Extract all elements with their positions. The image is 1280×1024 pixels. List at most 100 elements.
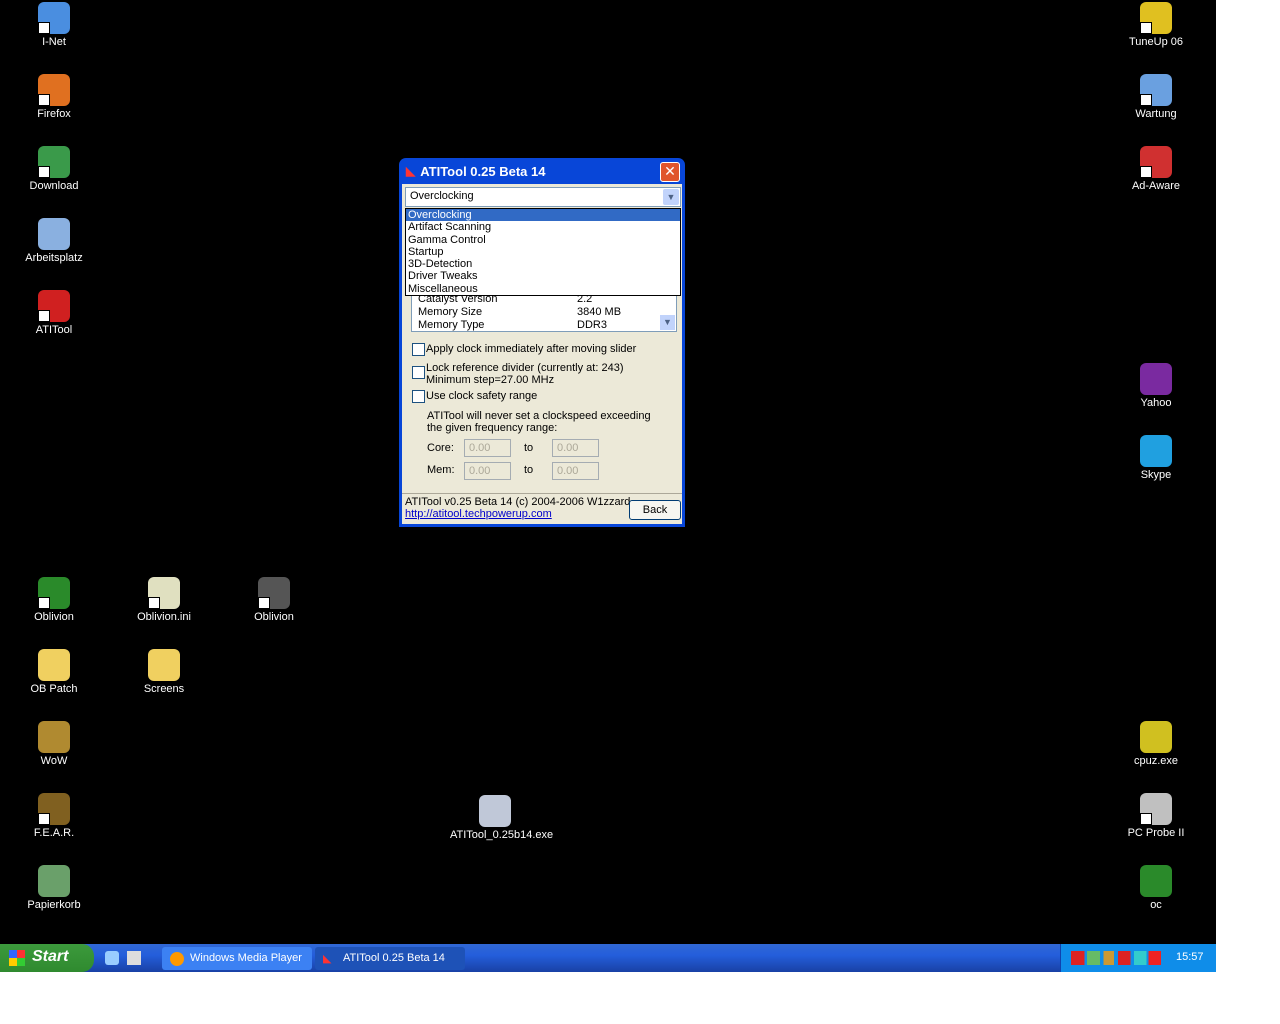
option-startup[interactable]: Startup <box>406 246 680 258</box>
tray-icons[interactable] <box>1071 951 1161 965</box>
task-label: Windows Media Player <box>190 952 302 964</box>
safety-description: ATITool will never set a clockspeed exce… <box>427 410 651 422</box>
apply-clock-checkbox[interactable] <box>412 343 425 356</box>
icon-label: ATITool <box>35 324 73 336</box>
page-combobox[interactable]: Overclocking ▼ <box>405 187 681 207</box>
safety-range-label: Use clock safety range <box>426 390 538 402</box>
desktop-icon[interactable]: Oblivion <box>9 577 99 623</box>
desktop-icon[interactable]: WoW <box>9 721 99 767</box>
safety-description-2: the given frequency range: <box>427 422 558 434</box>
shortcut-icon <box>38 146 70 178</box>
show-desktop-icon[interactable] <box>127 951 141 965</box>
desktop-icon[interactable]: Oblivion <box>229 577 319 623</box>
icon-label: Wartung <box>1135 108 1177 120</box>
desktop-icon[interactable]: Download <box>9 146 99 192</box>
icon-label: Download <box>29 180 79 192</box>
combo-value: Overclocking <box>410 190 474 202</box>
shortcut-icon <box>38 577 70 609</box>
option-overclocking[interactable]: Overclocking <box>406 209 680 222</box>
desktop-icon[interactable]: Papierkorb <box>9 865 99 911</box>
desktop-icon[interactable]: Yahoo <box>1111 363 1201 409</box>
shortcut-icon <box>1140 793 1172 825</box>
option-driver-tweaks[interactable]: Driver Tweaks <box>406 270 680 282</box>
desktop-icon[interactable]: Arbeitsplatz <box>9 218 99 264</box>
icon-label: oc <box>1150 899 1162 911</box>
apply-clock-label: Apply clock immediately after moving sli… <box>426 343 637 355</box>
shortcut-icon <box>38 865 70 897</box>
core-max-input[interactable]: 0.00 <box>552 439 599 457</box>
shortcut-icon <box>1140 74 1172 106</box>
desktop-icon[interactable]: cpuz.exe <box>1111 721 1201 767</box>
start-button[interactable]: Start <box>0 944 94 972</box>
icon-label: Oblivion <box>254 611 294 623</box>
desktop-icon[interactable]: ATITool <box>9 290 99 336</box>
option-3d-detection[interactable]: 3D-Detection <box>406 258 680 270</box>
copyright-text: ATITool v0.25 Beta 14 (c) 2004-2006 W1zz… <box>405 496 631 508</box>
shortcut-icon <box>1140 721 1172 753</box>
task-atitool[interactable]: ◣ ATITool 0.25 Beta 14 <box>315 947 465 970</box>
desktop-icon[interactable]: oc <box>1111 865 1201 911</box>
safety-range-checkbox[interactable] <box>412 390 425 403</box>
option-miscellaneous[interactable]: Miscellaneous <box>406 283 680 295</box>
icon-label: Oblivion <box>34 611 74 623</box>
mem-label: Mem: <box>427 464 455 476</box>
min-step-label: Minimum step=27.00 MHz <box>426 374 555 386</box>
scroll-down-button[interactable]: ▼ <box>660 315 675 330</box>
icon-label: TuneUp 06 <box>1128 36 1184 48</box>
desktop-icon[interactable]: ATITool_0.25b14.exe <box>450 795 553 841</box>
desktop-icon[interactable]: Oblivion.ini <box>119 577 209 623</box>
shortcut-icon <box>1140 435 1172 467</box>
desktop-icon[interactable]: OB Patch <box>9 649 99 695</box>
shortcut-icon <box>1140 2 1172 34</box>
desktop-icon[interactable]: Screens <box>119 649 209 695</box>
desktop-icon[interactable]: F.E.A.R. <box>9 793 99 839</box>
icon-label: PC Probe II <box>1127 827 1185 839</box>
option-gamma-control[interactable]: Gamma Control <box>406 234 680 246</box>
lock-divider-checkbox[interactable] <box>412 366 425 379</box>
icon-label: OB Patch <box>30 683 78 695</box>
desktop-icon[interactable]: TuneUp 06 <box>1111 2 1201 48</box>
shortcut-icon <box>38 218 70 250</box>
icon-label: Papierkorb <box>27 899 81 911</box>
mem-min-input[interactable]: 0.00 <box>464 462 511 480</box>
shortcut-icon <box>38 649 70 681</box>
shortcut-icon <box>258 577 290 609</box>
website-link[interactable]: http://atitool.techpowerup.com <box>405 508 552 520</box>
mem-max-input[interactable]: 0.00 <box>552 462 599 480</box>
divider <box>402 493 682 494</box>
page-dropdown-list: Overclocking Artifact Scanning Gamma Con… <box>405 208 681 296</box>
desktop-icon[interactable]: Firefox <box>9 74 99 120</box>
desktop-icon[interactable]: I-Net <box>9 2 99 48</box>
title-bar[interactable]: ◣ ATITool 0.25 Beta 14 <box>402 158 682 184</box>
shortcut-icon <box>38 2 70 34</box>
icon-label: I-Net <box>42 36 66 48</box>
close-button[interactable]: ✕ <box>660 162 680 182</box>
shortcut-icon <box>38 74 70 106</box>
taskbar: Start Windows Media Player ◣ ATITool 0.25… <box>0 944 1216 972</box>
to-label: to <box>524 464 534 476</box>
icon-label: Arbeitsplatz <box>25 252 83 264</box>
shortcut-icon <box>148 649 180 681</box>
window-title: ATITool 0.25 Beta 14 <box>420 163 546 179</box>
back-button[interactable]: Back <box>629 500 681 520</box>
wmp-icon <box>170 952 184 966</box>
atitool-icon: ◣ <box>323 953 332 965</box>
info-value: 3840 MB <box>577 306 622 318</box>
info-label: Memory Size <box>418 306 483 318</box>
task-windows-media-player[interactable]: Windows Media Player <box>162 947 312 970</box>
icon-label: cpuz.exe <box>1133 755 1179 767</box>
option-artifact-scanning[interactable]: Artifact Scanning <box>406 221 680 233</box>
info-value: DDR3 <box>577 319 607 331</box>
desktop-icon[interactable]: Wartung <box>1111 74 1201 120</box>
ie-quicklaunch-icon[interactable] <box>105 951 119 965</box>
icon-label: Ad-Aware <box>1131 180 1181 192</box>
desktop-icon[interactable]: PC Probe II <box>1111 793 1201 839</box>
shortcut-icon <box>1140 363 1172 395</box>
chevron-down-icon[interactable]: ▼ <box>663 189 679 205</box>
shortcut-icon <box>38 793 70 825</box>
desktop-icon[interactable]: Ad-Aware <box>1111 146 1201 192</box>
task-label: ATITool 0.25 Beta 14 <box>343 952 445 964</box>
desktop-icon[interactable]: Skype <box>1111 435 1201 481</box>
core-min-input[interactable]: 0.00 <box>464 439 511 457</box>
icon-label: Yahoo <box>1140 397 1172 409</box>
